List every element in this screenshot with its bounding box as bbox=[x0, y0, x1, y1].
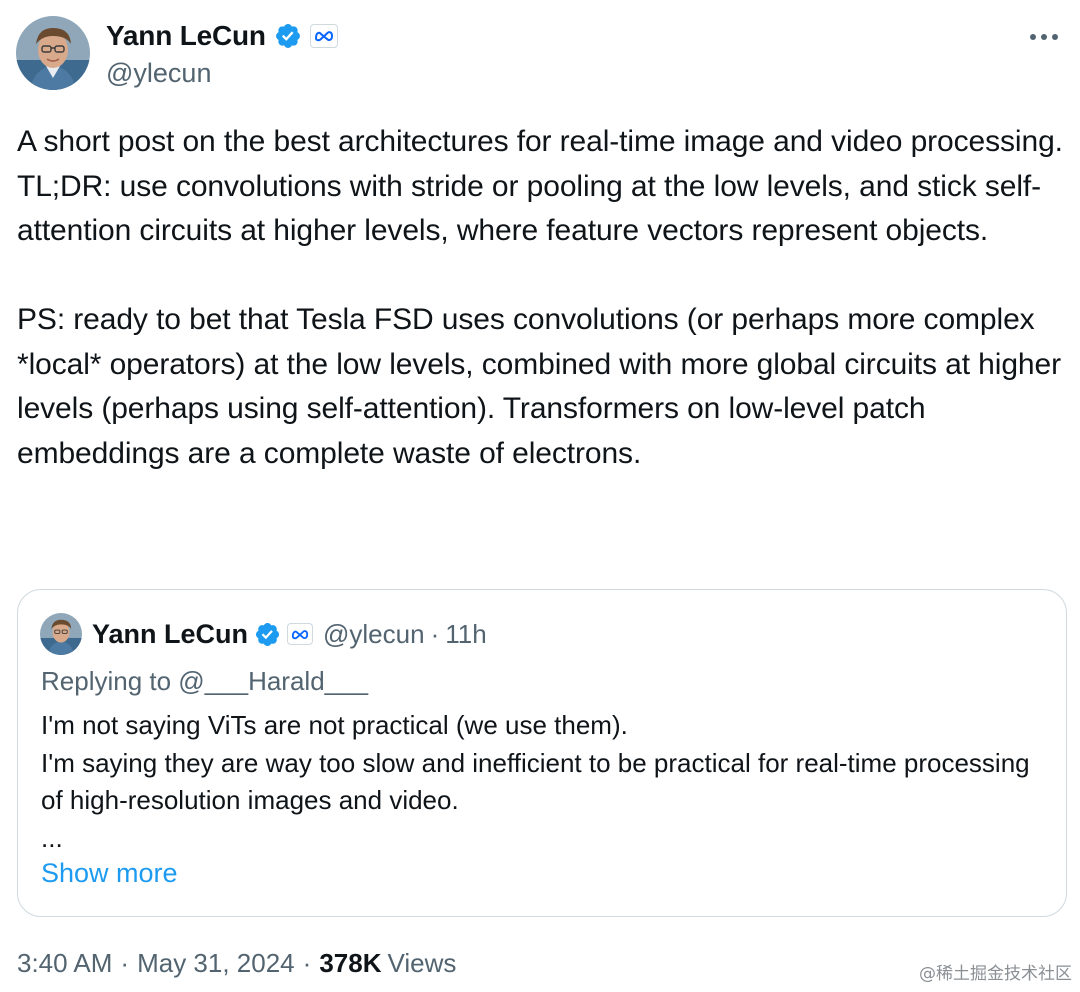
watermark: @稀土掘金技术社区 bbox=[919, 964, 1072, 984]
author-name-row: Yann LeCun bbox=[106, 18, 338, 54]
quoted-display-name: Yann LeCun bbox=[92, 618, 249, 649]
quoted-line: I'm saying they are way too slow and ine… bbox=[41, 747, 1030, 816]
more-options-icon[interactable] bbox=[1026, 22, 1062, 52]
separator-dot: · bbox=[302, 948, 312, 978]
quoted-avatar bbox=[40, 613, 82, 655]
post-date[interactable]: May 31, 2024 bbox=[137, 948, 295, 979]
meta-logo-icon bbox=[287, 623, 314, 645]
avatar[interactable] bbox=[16, 16, 90, 90]
separator-dot: · bbox=[120, 948, 130, 978]
author-handle[interactable]: @ylecun bbox=[106, 58, 338, 89]
quoted-tweet-text: I'm not saying ViTs are not practical (w… bbox=[41, 707, 1041, 857]
tweet-paragraph: PS: ready to bet that Tesla FSD uses con… bbox=[17, 303, 1061, 470]
tweet-footer: 3:40 AM · May 31, 2024 · 378K Views bbox=[17, 948, 456, 979]
quoted-handle: @ylecun bbox=[323, 618, 425, 649]
separator-dot: · bbox=[430, 618, 440, 649]
post-time[interactable]: 3:40 AM bbox=[17, 948, 112, 979]
verified-badge-icon[interactable] bbox=[274, 22, 302, 50]
tweet: Yann LeCun @ylecun A short post on the b… bbox=[0, 0, 1080, 992]
verified-badge-icon bbox=[254, 621, 281, 648]
meta-logo-icon[interactable] bbox=[309, 24, 338, 48]
views-label: Views bbox=[387, 948, 457, 978]
tweet-text: A short post on the best architectures f… bbox=[17, 120, 1067, 476]
quoted-tweet-header: Yann LeCun @ylecun · 11h bbox=[40, 612, 487, 656]
tweet-paragraph: TL;DR: use convolutions with stride or p… bbox=[17, 169, 1042, 248]
quoted-line: ... bbox=[41, 822, 63, 853]
quoted-tweet-card[interactable]: Yann LeCun @ylecun · 11h Replying to @__… bbox=[17, 589, 1067, 917]
views-count[interactable]: 378K bbox=[319, 948, 381, 979]
tweet-paragraph: A short post on the best architectures f… bbox=[17, 125, 1063, 158]
quoted-timestamp: 11h bbox=[445, 618, 487, 649]
replying-to: Replying to @___Harald___ bbox=[41, 666, 369, 696]
author-info: Yann LeCun @ylecun bbox=[106, 18, 338, 89]
tweet-header: Yann LeCun @ylecun bbox=[16, 16, 338, 96]
author-display-name[interactable]: Yann LeCun bbox=[106, 20, 266, 52]
show-more-link[interactable]: Show more bbox=[41, 858, 178, 889]
quoted-line: I'm not saying ViTs are not practical (w… bbox=[41, 710, 628, 740]
